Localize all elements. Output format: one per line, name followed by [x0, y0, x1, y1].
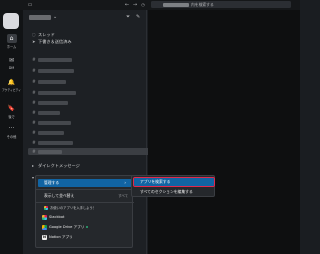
- channel-item[interactable]: #: [32, 139, 73, 146]
- search-placeholder: 内を検索する: [191, 2, 214, 7]
- chevron-right-icon: ›: [124, 180, 126, 185]
- menu-sort-label: 表示して並べ替え: [44, 193, 75, 198]
- app-item-google-drive[interactable]: Google Drive アプリ: [42, 223, 89, 231]
- channel-item[interactable]: #: [32, 78, 66, 85]
- channel-name-redacted: [38, 58, 72, 62]
- rail-item-activity[interactable]: 🔔 アクティビティ: [0, 78, 23, 92]
- channel-item[interactable]: #: [32, 56, 72, 63]
- rail-label-home: ホーム: [6, 45, 17, 49]
- back-icon[interactable]: ←: [123, 1, 131, 9]
- section-dm-label: ダイレクトメッセージ: [38, 163, 80, 168]
- app-name: Notion アプリ: [49, 235, 73, 239]
- slack-logo-icon: [44, 206, 48, 210]
- dm-icon: ✉: [8, 57, 15, 64]
- apps-hint-text: お使いのアプリを入手しよう！: [50, 206, 97, 210]
- menu-divider: [36, 202, 134, 203]
- menu-manage-label: 管理する: [44, 180, 60, 185]
- channel-name-redacted: [38, 141, 73, 145]
- workspace-icon[interactable]: [3, 13, 19, 29]
- channel-name-redacted: [38, 131, 64, 135]
- more-icon: ···: [8, 125, 15, 132]
- channel-item[interactable]: #: [32, 99, 68, 106]
- top-bar: ▭ ← → ◷ 内を検索する: [0, 0, 300, 10]
- rail-item-home[interactable]: ⌂ ホーム: [0, 34, 23, 49]
- channel-name-redacted: [38, 111, 60, 115]
- rail-item-more[interactable]: ··· その他: [0, 124, 23, 139]
- google-drive-icon: [42, 224, 47, 230]
- channel-item[interactable]: #: [32, 129, 64, 136]
- compose-icon[interactable]: ✎: [136, 14, 140, 20]
- section-context-menu: 管理する › 表示して並べ替え すべて お使いのアプリを入手しよう！ Slack…: [35, 175, 134, 248]
- filter-icon[interactable]: ⏷: [126, 14, 130, 20]
- rail-label-more: その他: [6, 135, 17, 139]
- chevron-down-icon[interactable]: ⌄: [53, 14, 57, 20]
- nav-threads[interactable]: ◌ スレッド: [32, 31, 55, 38]
- rail-item-later[interactable]: 🔖 後で: [0, 104, 23, 119]
- channel-item[interactable]: #: [32, 109, 60, 116]
- rail-label-dm: DM: [8, 66, 15, 70]
- channel-item[interactable]: #: [32, 89, 76, 96]
- forward-icon[interactable]: →: [131, 1, 139, 9]
- channel-name-redacted: [38, 150, 62, 154]
- rail-item-dm[interactable]: ✉ DM: [0, 56, 23, 70]
- app-item-slackbot[interactable]: Slackbot: [42, 213, 64, 221]
- main-pane: [148, 10, 300, 254]
- apps-hint: お使いのアプリを入手しよう！: [44, 205, 96, 210]
- nav-drafts[interactable]: ➤ 下書き＆送信済み: [32, 38, 72, 45]
- channel-item[interactable]: #: [32, 67, 74, 74]
- workspace-rail: ⌂ ホーム ✉ DM 🔔 アクティビティ 🔖 後で ··· その他: [0, 10, 23, 254]
- channel-name-redacted: [38, 91, 76, 95]
- manage-submenu: アプリを検索する すべてのセクションを編集する: [131, 175, 215, 197]
- bell-icon: 🔔: [7, 79, 16, 86]
- app-item-notion[interactable]: N Notion アプリ: [42, 233, 73, 241]
- nav-threads-label: スレッド: [38, 32, 55, 37]
- bookmark-icon: 🔖: [7, 105, 16, 112]
- workspace-name-redacted[interactable]: [29, 15, 51, 20]
- submenu-edit-sections[interactable]: すべてのセクションを編集する: [134, 188, 214, 196]
- menu-divider: [36, 189, 134, 190]
- section-direct-messages[interactable]: ▸ ダイレクトメッセージ: [32, 162, 80, 169]
- sidebar-toggle-icon[interactable]: ▭: [26, 1, 34, 9]
- app-name: Google Drive アプリ: [49, 225, 85, 229]
- nav-drafts-label: 下書き＆送信済み: [38, 39, 72, 44]
- menu-item-sort[interactable]: 表示して並べ替え すべて: [38, 192, 132, 200]
- app-name: Slackbot: [49, 215, 65, 219]
- search-input[interactable]: 内を検索する: [151, 1, 291, 8]
- rail-label-later: 後で: [8, 115, 15, 119]
- rail-label-activity: アクティビティ: [1, 88, 22, 92]
- channel-name-redacted: [38, 80, 66, 84]
- menu-item-manage[interactable]: 管理する ›: [38, 179, 132, 187]
- channel-name-redacted: [38, 101, 68, 105]
- menu-sort-value: すべて: [118, 194, 128, 198]
- submenu-browse-apps[interactable]: アプリを検索する: [133, 177, 215, 187]
- workspace-name-redacted: [163, 2, 189, 7]
- channel-name-redacted: [38, 69, 74, 73]
- channel-name-redacted: [38, 121, 71, 125]
- channel-item[interactable]: #: [32, 119, 71, 126]
- notion-icon: N: [42, 234, 47, 240]
- slackbot-icon: [42, 214, 47, 220]
- online-status-icon: [86, 226, 89, 228]
- history-icon[interactable]: ◷: [139, 1, 147, 9]
- home-icon: ⌂: [6, 34, 17, 43]
